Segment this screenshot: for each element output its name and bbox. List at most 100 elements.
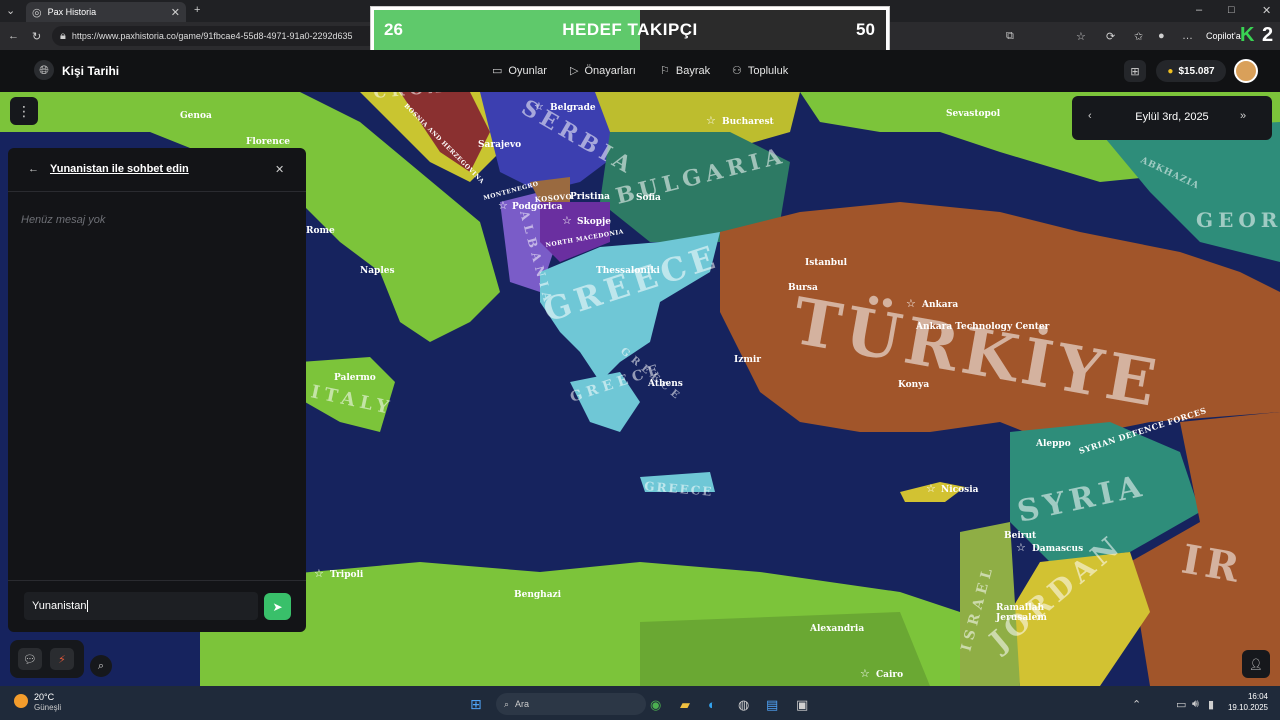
city-palermo[interactable]: Palermo [334,373,376,383]
city-thessaloniki[interactable]: Thessaloniki [596,266,661,276]
star-icon: ☆ [1016,542,1026,554]
city-aleppo[interactable]: Aleppo [1035,439,1071,449]
brand-title[interactable]: Kişi Tarihi [62,64,119,78]
city-alexandria[interactable]: Alexandria [809,624,864,634]
city-nicosia[interactable]: Nicosia [941,485,979,495]
new-tab-icon[interactable]: + [194,4,200,16]
star-icon: ☆ [860,668,870,680]
star-icon: ☆ [906,298,916,310]
city-benghazi[interactable]: Benghazi [514,590,562,600]
city-bursa[interactable]: Bursa [788,283,818,293]
city-cairo[interactable]: Cairo [876,670,903,680]
windows-start-icon[interactable]: ⊞ [470,696,482,713]
clock-date: 19.10.2025 [1227,703,1268,712]
minimize-icon[interactable]: – [1196,4,1202,16]
kick-logo: K [1240,24,1255,46]
weather-sun-icon [14,694,28,708]
city-sarajevo[interactable]: Sarajevo [478,140,521,150]
network-icon[interactable]: ▭ [1176,698,1186,711]
city-rome[interactable]: Rome [306,226,335,236]
taskbar-search[interactable]: ⌕ Ara [496,693,646,715]
send-button[interactable]: ➤ [264,593,291,620]
flag-icon: ⚐ [660,65,670,77]
reload-icon[interactable]: ↻ [32,30,41,43]
city-istanbul[interactable]: Istanbul [805,258,848,268]
nav-flag[interactable]: ⚐ Bayrak [660,64,711,78]
tray-chevron-icon[interactable]: ⌃ [1132,698,1141,711]
chat-bubble-icon[interactable]: 💬︎ [18,648,42,670]
city-florence[interactable]: Florence [246,137,290,147]
edge-icon[interactable]: ◐ [708,697,716,712]
people-icon: ⚇ [732,65,742,77]
nav-presets-label: Önayarları [584,64,636,77]
browser-tab[interactable]: ◎ Pax Historia ✕ [26,2,186,22]
star-icon: ☆ [534,101,544,113]
map-menu-icon[interactable]: ⋮ [10,97,38,125]
chrome-icon[interactable]: ◉ [650,697,661,713]
star-icon: ☆ [926,483,936,495]
city-ankara-tech[interactable]: Ankara Technology Center [915,322,1050,332]
chat-title: Yunanistan ile sohbet edin [50,163,189,175]
gift-icon[interactable]: ⊞ [1124,60,1146,82]
city-beirut[interactable]: Beirut [1004,531,1037,541]
city-athens[interactable]: Athens [647,379,683,389]
play-icon: ▷ [570,65,579,77]
city-sofia[interactable]: Sofia [636,193,661,203]
favorite-star-icon[interactable]: ☆ [1076,30,1086,43]
city-genoa[interactable]: Genoa [180,111,212,121]
city-naples[interactable]: Naples [360,266,395,276]
copilot-button[interactable]: Copilot'a [1206,31,1241,41]
city-podgorica[interactable]: Podgorica [512,202,563,212]
city-ramallah[interactable]: Ramallah [996,603,1045,613]
user-panel-icon[interactable]: 👤︎ [1242,650,1270,678]
nav-community-label: Topluluk [747,64,789,77]
prev-date-icon[interactable]: ‹ [1088,110,1092,122]
favorites-icon[interactable]: ✩ [1134,30,1143,43]
weather-label: Güneşli [34,703,62,712]
city-konya[interactable]: Konya [898,380,929,390]
city-izmir[interactable]: Izmir [734,355,761,365]
city-damascus[interactable]: Damascus [1032,544,1083,554]
city-belgrade[interactable]: Belgrade [550,103,596,113]
lock-icon: 🔒︎ [60,29,66,42]
back-icon[interactable]: ← [8,30,19,42]
close-window-icon[interactable]: ✕ [1262,4,1271,17]
city-pristina[interactable]: Pristina [570,192,610,202]
city-bucharest[interactable]: Bucharest [722,117,775,127]
extension-icon[interactable]: ⧉ [1006,30,1014,43]
nav-presets[interactable]: ▷ Önayarları [570,64,636,78]
advance-date-icon[interactable]: » [1240,110,1246,122]
tab-list-icon[interactable]: ⌄ [6,4,15,17]
battery-icon[interactable]: ▮ [1208,698,1214,711]
url-field[interactable]: 🔒︎ https://www.paxhistoria.co/game/91fbc… [52,26,382,46]
nav-games[interactable]: ▭ Oyunlar [492,64,547,78]
refresh-ext-icon[interactable]: ⟳ [1106,30,1115,43]
nav-flag-label: Bayrak [675,64,711,77]
star-icon: ☆ [562,215,572,227]
text-cursor [87,600,89,612]
coin-balance[interactable]: ● $15.087 [1156,60,1226,82]
maximize-icon[interactable]: □ [1228,4,1235,16]
close-tab-icon[interactable]: ✕ [171,6,180,19]
city-skopje[interactable]: Skopje [577,217,611,227]
more-icon[interactable]: … [1182,30,1193,42]
back-arrow-icon[interactable]: ← [28,163,39,175]
lightning-icon[interactable]: ⚡︎ [50,648,74,670]
app-header [0,50,1280,92]
map-search-icon[interactable]: ⌕ [90,655,112,677]
store-icon[interactable]: ▤ [766,697,778,713]
city-sevastopol[interactable]: Sevastopol [946,109,1001,119]
city-tripoli[interactable]: Tripoli [330,570,364,580]
volume-icon[interactable]: 🔊︎ [1192,698,1199,711]
chat-message-input[interactable]: Yunanistan [24,592,258,620]
close-chat-icon[interactable]: ✕ [275,163,284,176]
nav-community[interactable]: ⚇ Topluluk [732,64,789,78]
window-icon[interactable]: ▣ [796,697,808,713]
app-icon[interactable]: ◍ [738,697,749,713]
folder-icon[interactable]: ▰ [680,697,690,713]
avatar[interactable] [1234,59,1258,83]
city-jerusalem[interactable]: Jerusalem [995,613,1047,623]
url-text: https://www.paxhistoria.co/game/91fbcae4… [71,31,353,41]
city-ankara[interactable]: Ankara [921,300,958,310]
profile-icon[interactable]: ● [1158,30,1165,42]
